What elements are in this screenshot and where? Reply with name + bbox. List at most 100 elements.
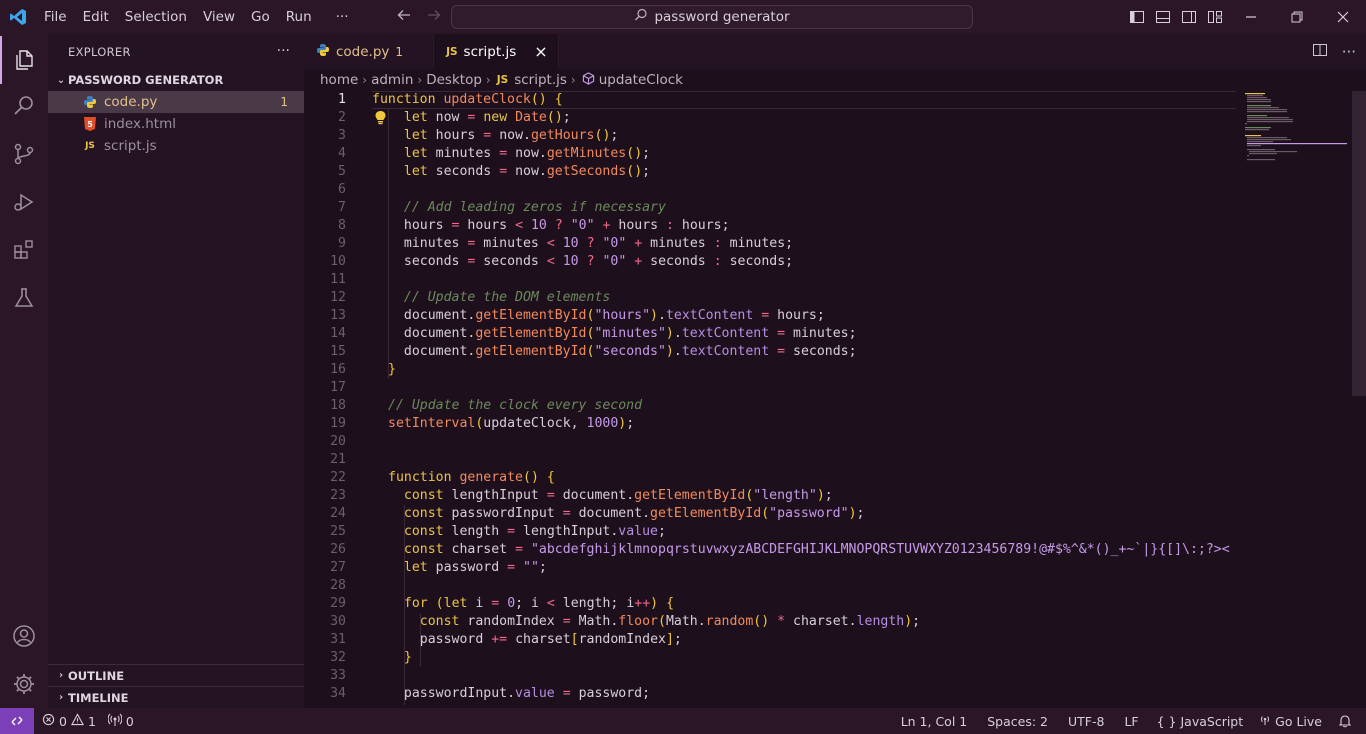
layout-controls [1124, 0, 1228, 34]
code-line[interactable]: 33 [304, 667, 1366, 685]
code-line[interactable]: 10 seconds = seconds < 10 ? "0" + second… [304, 253, 1366, 271]
code-line[interactable]: 2 let now = new Date(); [304, 109, 1366, 127]
code-line[interactable]: 14 document.getElementById("minutes").te… [304, 325, 1366, 343]
breadcrumb-item[interactable]: updateClock [599, 72, 683, 88]
restore-icon[interactable] [1274, 0, 1320, 34]
code-line[interactable]: 20 [304, 433, 1366, 451]
code-text: // Update the DOM elements [403, 290, 611, 305]
explorer-more-icon[interactable]: ··· [277, 43, 290, 59]
code-line[interactable]: 13 document.getElementById("hours").text… [304, 307, 1366, 325]
code-line[interactable]: 8 hours = hours < 10 ? "0" + hours : hou… [304, 217, 1366, 235]
menu-more[interactable]: ··· [320, 0, 357, 34]
menu-edit[interactable]: Edit [75, 0, 117, 34]
code-line[interactable]: 32 } [304, 649, 1366, 667]
minimap[interactable] [1240, 91, 1350, 708]
code-line[interactable]: 21 [304, 451, 1366, 469]
forward-arrow-icon[interactable] [424, 7, 444, 27]
back-arrow-icon[interactable] [394, 7, 414, 27]
vertical-scrollbar[interactable] [1352, 91, 1366, 396]
menu-run[interactable]: Run [278, 0, 320, 34]
code-line[interactable]: 29 for (let i = 0; i < length; i++) { [304, 595, 1366, 613]
testing-icon[interactable] [0, 274, 48, 322]
code-line[interactable]: 26 const charset = "abcdefghijklmnopqrst… [304, 541, 1366, 559]
language-mode[interactable]: { } JavaScript [1149, 714, 1252, 729]
code-line[interactable]: 5 let seconds = now.getSeconds(); [304, 163, 1366, 181]
lightbulb-icon[interactable] [374, 110, 387, 129]
code-line[interactable]: 23 const lengthInput = document.getEleme… [304, 487, 1366, 505]
file-code-py[interactable]: code.py 1 [48, 91, 304, 113]
code-line[interactable]: 17 [304, 379, 1366, 397]
code-line[interactable]: 22 function generate() { [304, 469, 1366, 487]
code-editor[interactable]: 1 function updateClock() {2 let now = new… [304, 91, 1366, 708]
toggle-primary-sidebar-icon[interactable] [1124, 0, 1150, 34]
code-line[interactable]: 25 const length = lengthInput.value; [304, 523, 1366, 541]
code-line[interactable]: 12 // Update the DOM elements [304, 289, 1366, 307]
remote-indicator-icon[interactable] [0, 708, 34, 734]
line-number: 22 [330, 470, 346, 485]
problems-indicator[interactable]: 0 1 [34, 713, 102, 729]
folder-label: PASSWORD GENERATOR [68, 73, 224, 87]
cursor-position[interactable]: Ln 1, Col 1 [891, 714, 978, 729]
code-line[interactable]: 24 const passwordInput = document.getEle… [304, 505, 1366, 523]
menu-view[interactable]: View [195, 0, 243, 34]
bell-icon[interactable] [1330, 714, 1366, 728]
file-script-js[interactable]: JS script.js [48, 135, 304, 157]
tab-close-icon[interactable]: × [534, 42, 547, 61]
line-number: 30 [330, 614, 346, 629]
more-actions-icon[interactable]: ··· [1342, 43, 1356, 61]
customize-layout-icon[interactable] [1202, 0, 1228, 34]
line-number: 21 [330, 452, 346, 467]
code-line[interactable]: 27 let password = ""; [304, 559, 1366, 577]
code-line[interactable]: 34 passwordInput.value = password; [304, 685, 1366, 703]
files-icon[interactable] [0, 36, 48, 84]
code-line[interactable]: 31 password += charset[randomIndex]; [304, 631, 1366, 649]
code-line[interactable]: 30 const randomIndex = Math.floor(Math.r… [304, 613, 1366, 631]
encoding[interactable]: UTF-8 [1058, 714, 1114, 729]
end-of-line[interactable]: LF [1114, 714, 1148, 729]
code-line[interactable]: 18 // Update the clock every second [304, 397, 1366, 415]
code-line[interactable]: 6 [304, 181, 1366, 199]
toggle-secondary-sidebar-icon[interactable] [1176, 0, 1202, 34]
split-editor-icon[interactable] [1312, 42, 1328, 62]
ports-indicator[interactable]: 0 [102, 713, 140, 730]
toggle-panel-icon[interactable] [1150, 0, 1176, 34]
code-line[interactable]: 4 let minutes = now.getMinutes(); [304, 145, 1366, 163]
folder-password-generator[interactable]: ⌄ PASSWORD GENERATOR [48, 69, 304, 91]
command-center-search[interactable]: password generator [451, 5, 973, 29]
code-line[interactable]: 9 minutes = minutes < 10 ? "0" + minutes… [304, 235, 1366, 253]
source-control-icon[interactable] [0, 130, 48, 178]
extensions-icon[interactable] [0, 226, 48, 274]
code-line[interactable]: 3 let hours = now.getHours(); [304, 127, 1366, 145]
menu-selection[interactable]: Selection [117, 0, 195, 34]
code-text: function generate() { [388, 470, 555, 485]
menu-go[interactable]: Go [243, 0, 278, 34]
minimize-icon[interactable] [1228, 0, 1274, 34]
breadcrumb-item[interactable]: admin [371, 72, 413, 88]
code-line[interactable]: 16} [304, 361, 1366, 379]
menu-file[interactable]: File [36, 0, 75, 34]
breadcrumb-item[interactable]: script.js [514, 72, 567, 88]
breadcrumb-item[interactable]: Desktop [426, 72, 482, 88]
code-line[interactable]: 11 [304, 271, 1366, 289]
breadcrumb-item[interactable]: home [320, 72, 358, 88]
code-line[interactable]: 19 setInterval(updateClock, 1000); [304, 415, 1366, 433]
go-live-button[interactable]: Go Live [1251, 714, 1330, 729]
error-icon [42, 713, 55, 729]
tab-script-js[interactable]: JS script.js × [434, 34, 559, 69]
file-index-html[interactable]: 5 index.html [48, 113, 304, 135]
timeline-section[interactable]: › TIMELINE [48, 686, 304, 708]
code-line[interactable]: 7 // Add leading zeros if necessary [304, 199, 1366, 217]
close-icon[interactable] [1320, 0, 1366, 34]
broadcast-icon [107, 713, 123, 730]
outline-section[interactable]: › OUTLINE [48, 664, 304, 686]
tab-code-py[interactable]: code.py 1 [304, 34, 435, 69]
svg-text:5: 5 [87, 120, 93, 129]
run-debug-icon[interactable] [0, 178, 48, 226]
code-line[interactable]: 1 function updateClock() { [304, 91, 1366, 109]
indentation[interactable]: Spaces: 2 [977, 714, 1058, 729]
search-icon[interactable] [0, 82, 48, 130]
gear-icon[interactable] [0, 660, 48, 708]
code-line[interactable]: 28 [304, 577, 1366, 595]
code-line[interactable]: 15 document.getElementById("seconds").te… [304, 343, 1366, 361]
account-icon[interactable] [0, 612, 48, 660]
